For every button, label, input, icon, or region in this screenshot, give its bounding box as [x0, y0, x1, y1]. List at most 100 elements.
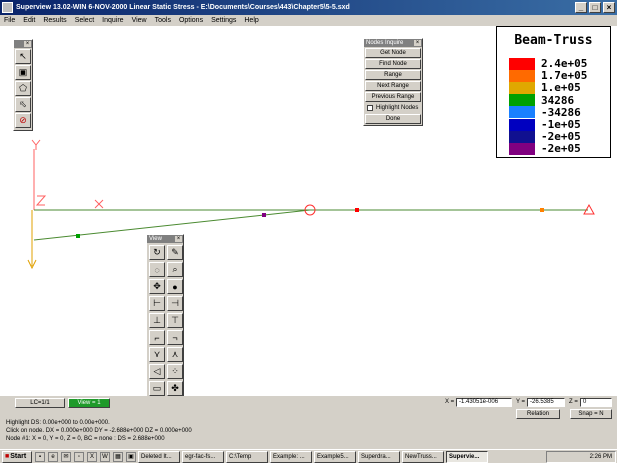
status-message-2: Click on node. DX = 0.000e+000 DY = -2.6… — [6, 428, 192, 434]
move-icon[interactable]: ✤ — [167, 381, 183, 396]
node-inquire-titlebar[interactable]: Nodes Inquire × — [364, 39, 422, 47]
status-message-1: Highlight DS: 0.00e+000 to 0.00e+000. — [6, 420, 110, 426]
fit-view-icon[interactable]: ⁘ — [167, 364, 183, 379]
deselect-icon[interactable]: ⊘ — [15, 113, 31, 128]
quicklaunch-app-icon[interactable]: ▫ — [74, 451, 84, 462]
z-coord-input[interactable]: 0 — [580, 398, 612, 407]
get-node-button[interactable]: Get Node — [365, 48, 421, 58]
view-yz-icon[interactable]: ⌐ — [149, 330, 165, 345]
previous-range-button[interactable]: Previous Range — [365, 92, 421, 102]
menu-select[interactable]: Select — [71, 17, 98, 24]
find-node-button[interactable]: Find Node — [365, 59, 421, 69]
close-button[interactable]: × — [603, 2, 615, 13]
select-polygon-icon[interactable]: ⬠ — [15, 81, 31, 96]
legend-swatch — [509, 142, 535, 155]
redraw-icon[interactable]: ▭ — [149, 381, 165, 396]
legend-swatch — [509, 81, 535, 94]
menu-bar: File Edit Results Select Inquire View To… — [0, 15, 617, 26]
task-example5[interactable]: Example5... — [314, 450, 356, 463]
minimize-button[interactable]: _ — [575, 2, 587, 13]
windows-logo-icon: ■ — [5, 453, 10, 460]
legend-row: 1.7e+05 — [509, 69, 587, 82]
legend-row: -2e+05 — [509, 130, 581, 143]
app-icon — [2, 2, 13, 13]
task-superdraw[interactable]: Superdra... — [358, 450, 400, 463]
quicklaunch-ie-icon[interactable]: e — [48, 451, 58, 462]
quicklaunch-excel-icon[interactable]: X — [87, 451, 97, 462]
view-iso-icon[interactable]: ⋎ — [149, 347, 165, 362]
view-xy-icon[interactable]: ⊢ — [149, 296, 165, 311]
start-button[interactable]: ■ Start — [2, 450, 32, 463]
select-box-icon[interactable]: ▣ — [15, 65, 31, 80]
checkbox-box[interactable] — [367, 105, 373, 111]
select-pick-icon[interactable]: ⬁ — [15, 97, 31, 112]
load-case-button[interactable]: LC=1/1 — [15, 398, 65, 408]
menu-edit[interactable]: Edit — [19, 17, 39, 24]
windows-taskbar: ■ Start ▪ e ✉ ▫ X W ▦ ▣ Deleted It... eg… — [0, 449, 617, 463]
menu-results[interactable]: Results — [39, 17, 70, 24]
pan-icon[interactable]: ✥ — [149, 279, 165, 294]
zoom-window-icon[interactable]: ⌕ — [167, 262, 183, 277]
relation-button[interactable]: Relation — [516, 409, 560, 419]
view-iso2-icon[interactable]: ⋏ — [167, 347, 183, 362]
menu-settings[interactable]: Settings — [207, 17, 240, 24]
legend-row: 2.4e+05 — [509, 57, 587, 70]
palette-titlebar[interactable]: × — [14, 40, 32, 48]
task-superview[interactable]: Supervie... — [446, 450, 488, 463]
menu-inquire[interactable]: Inquire — [98, 17, 127, 24]
status-panel: LC=1/1 View = 1 X = -1.43051e-006 Y = -2… — [0, 396, 617, 449]
x-coord-input[interactable]: -1.43051e-006 — [456, 398, 512, 407]
quicklaunch-desktop-icon[interactable]: ▪ — [35, 451, 45, 462]
view-zx-icon[interactable]: ⊤ — [167, 313, 183, 328]
node-marker — [355, 208, 359, 212]
view-yx-icon[interactable]: ⊣ — [167, 296, 183, 311]
highlight-nodes-checkbox[interactable]: Highlight Nodes — [364, 103, 422, 113]
stress-legend: Beam-Truss 2.4e+05 1.7e+05 1.e+05 34286 -342… — [496, 26, 611, 158]
snap-button[interactable]: Snap = N — [570, 409, 612, 419]
view-xz-icon[interactable]: ⊥ — [149, 313, 165, 328]
task-deleted-items[interactable]: Deleted It... — [138, 450, 180, 463]
legend-label: -34286 — [541, 105, 581, 119]
x-coord-label: X = — [445, 399, 455, 405]
legend-row: 34286 — [509, 94, 574, 107]
y-coord-input[interactable]: -26.5385 — [527, 398, 565, 407]
quicklaunch-word-icon[interactable]: W — [100, 451, 110, 462]
range-button[interactable]: Range — [365, 70, 421, 80]
task-egr-fac[interactable]: egr-fac-fs... — [182, 450, 224, 463]
quicklaunch-ppt-icon[interactable]: ▣ — [126, 451, 136, 462]
rotate-icon[interactable]: ↻ — [149, 245, 165, 260]
menu-file[interactable]: File — [0, 17, 19, 24]
select-toolbar: × ↖ ▣ ⬠ ⬁ ⊘ — [13, 39, 33, 131]
done-button[interactable]: Done — [365, 114, 421, 124]
task-newtruss[interactable]: NewTruss... — [402, 450, 444, 463]
perspective-icon[interactable]: ◁ — [149, 364, 165, 379]
menu-help[interactable]: Help — [240, 17, 262, 24]
view-toolbar: View × ↻ ✎ ◌ ⌕ ✥ ● ⊢ ⊣ ⊥ ⊤ ⌐ ¬ ⋎ ⋏ ◁ ⁘ ▭ … — [146, 234, 184, 430]
shade-sphere-icon[interactable]: ● — [167, 279, 183, 294]
maximize-button[interactable]: □ — [589, 2, 601, 13]
legend-swatch — [509, 57, 535, 70]
dynamic-rotate-icon[interactable]: ◌ — [149, 262, 165, 277]
task-temp[interactable]: C:\Temp — [226, 450, 268, 463]
next-range-button[interactable]: Next Range — [365, 81, 421, 91]
light-icon[interactable]: ✎ — [167, 245, 183, 260]
view-palette-titlebar[interactable]: View × — [147, 235, 183, 243]
legend-swatch — [509, 118, 535, 131]
legend-label: -2e+05 — [541, 142, 581, 156]
menu-options[interactable]: Options — [175, 17, 207, 24]
quicklaunch-outlook-icon[interactable]: ✉ — [61, 451, 71, 462]
view-number-button[interactable]: View = 1 — [68, 398, 110, 408]
node-marker — [262, 213, 266, 217]
quicklaunch-access-icon[interactable]: ▦ — [113, 451, 123, 462]
node-inquire-title: Nodes Inquire — [366, 40, 404, 46]
z-coord-label: Z = — [569, 399, 578, 405]
menu-view[interactable]: View — [128, 17, 151, 24]
window-title: Superview 13.02-WIN 6-NOV-2000 Linear St… — [16, 4, 350, 11]
highlight-nodes-label: Highlight Nodes — [376, 105, 419, 111]
select-pointer-icon[interactable]: ↖ — [15, 49, 31, 64]
status-message-3: Node #1: X = 0, Y = 0, Z = 0, BC = none … — [6, 436, 165, 442]
task-example[interactable]: Example: ... — [270, 450, 312, 463]
menu-tools[interactable]: Tools — [151, 17, 175, 24]
z-axis-label — [35, 195, 47, 206]
view-zy-icon[interactable]: ¬ — [167, 330, 183, 345]
